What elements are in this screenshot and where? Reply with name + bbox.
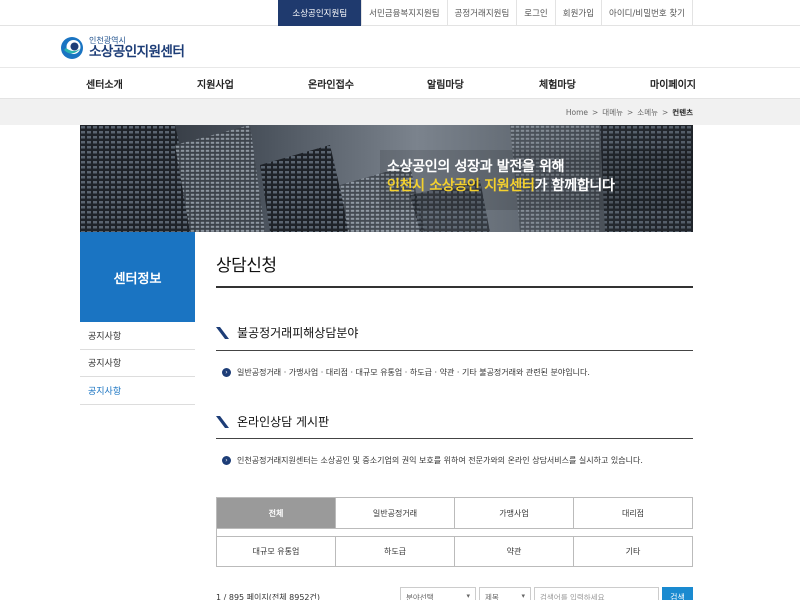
field-select-value: 분야선택 — [406, 592, 434, 600]
sidebar-menu: 공지사항 공지사항 공지사항 — [80, 322, 195, 405]
section-title-text: 불공정거래피해상담분야 — [237, 326, 359, 340]
page-count: 1 / 895 페이지(전체 8952건) — [216, 593, 320, 600]
category-subcontract[interactable]: 하도급 — [336, 536, 455, 567]
search-button[interactable]: 검색 — [662, 587, 693, 600]
section-description-text: 일반공정거래 · 가맹사업 · 대리점 · 대규모 유통업 · 하도급 · 약관… — [237, 368, 590, 377]
category-agency[interactable]: 대리점 — [574, 498, 693, 529]
page-title: 상담신청 — [216, 256, 277, 276]
breadcrumb-separator: > — [662, 107, 669, 117]
section-divider — [216, 350, 693, 351]
banner-line-1: 소상공인의 성장과 발전을 위해 — [387, 159, 565, 175]
breadcrumb-separator: > — [627, 107, 634, 117]
banner-line-2: 인천시 소상공인 지원센터가 함께합니다 — [387, 177, 615, 196]
arrow-right-circle-icon: › — [222, 368, 231, 377]
breadcrumb-bar: Home > 대메뉴 > 소메뉴 > 컨텐츠 — [0, 99, 800, 125]
sidebar-title: 센터정보 — [113, 271, 162, 287]
nav-item-center-intro[interactable]: 센터소개 — [86, 68, 123, 99]
section-divider — [216, 438, 693, 439]
section-description-text: 인천공정거래지원센터는 소상공인 및 중소기업의 권익 보호를 위하여 전문가와… — [237, 456, 643, 465]
utility-links: 소상공인지원팀 서민금융복지지원팀 공정거래지원팀 로그인 회원가입 아이디/비… — [278, 0, 693, 26]
sidebar-item-notice-1[interactable]: 공지사항 — [80, 322, 195, 350]
slash-marker-icon — [216, 415, 229, 428]
section-title-unfair-trade: 불공정거래피해상담분야 — [216, 324, 358, 341]
util-link-fair-trade-team[interactable]: 공정거래지원팀 — [446, 0, 517, 26]
sidebar-title-box: 센터정보 — [80, 232, 195, 322]
section-title-text: 온라인상담 게시판 — [237, 415, 330, 429]
nav-item-online-application[interactable]: 온라인접수 — [308, 68, 354, 99]
field-select[interactable]: 분야선택 ▾ — [400, 587, 476, 600]
site-header: 인천광역시 소상공인지원센터 — [0, 26, 800, 68]
breadcrumb-depth1[interactable]: 대메뉴 — [602, 107, 623, 118]
sub-visual-banner: 소상공인의 성장과 발전을 위해 인천시 소상공인 지원센터가 함께합니다 — [80, 125, 693, 232]
main-navigation: 센터소개 지원사업 온라인접수 알림마당 체험마당 마이페이지 — [0, 68, 800, 99]
search-type-select[interactable]: 제목 ▾ — [479, 587, 531, 600]
breadcrumb-separator: > — [592, 107, 599, 117]
breadcrumb: Home > 대메뉴 > 소메뉴 > 컨텐츠 — [566, 99, 693, 125]
util-link-small-business-team[interactable]: 소상공인지원팀 — [278, 0, 362, 26]
category-general-fair-trade[interactable]: 일반공정거래 — [336, 498, 455, 529]
chevron-down-icon: ▾ — [521, 592, 525, 600]
breadcrumb-current: 컨텐츠 — [672, 107, 693, 117]
signup-link[interactable]: 회원가입 — [554, 0, 601, 26]
section-description: › 인천공정거래지원센터는 소상공인 및 중소기업의 권익 보호를 위하여 전문… — [222, 455, 643, 466]
category-terms[interactable]: 약관 — [455, 536, 574, 567]
logo-title: 소상공인지원센터 — [89, 43, 185, 60]
search-input[interactable]: 검색어를 입력하세요 — [534, 587, 659, 600]
arrow-right-circle-icon: › — [222, 456, 231, 465]
breadcrumb-depth2[interactable]: 소메뉴 — [637, 107, 658, 118]
nav-item-experience[interactable]: 체험마당 — [539, 68, 576, 99]
banner-line-2-rest: 가 함께합니다 — [534, 177, 615, 194]
find-account-link[interactable]: 아이디/비밀번호 찾기 — [601, 0, 693, 26]
banner-slogan: 소상공인의 성장과 발전을 위해 인천시 소상공인 지원센터가 함께합니다 — [387, 158, 615, 196]
sidebar-item-notice-2[interactable]: 공지사항 — [80, 350, 195, 377]
logo-text: 인천광역시 소상공인지원센터 — [89, 36, 185, 60]
sidebar-item-notice-3[interactable]: 공지사항 — [80, 377, 195, 405]
utility-bar: 소상공인지원팀 서민금융복지지원팀 공정거래지원팀 로그인 회원가입 아이디/비… — [0, 0, 800, 26]
chevron-down-icon: ▾ — [466, 592, 470, 600]
login-link[interactable]: 로그인 — [516, 0, 554, 26]
banner-highlight: 인천시 소상공인 지원센터 — [387, 177, 535, 194]
util-link-finance-welfare-team[interactable]: 서민금융복지지원팀 — [361, 0, 446, 26]
category-other[interactable]: 기타 — [574, 536, 693, 567]
nav-item-notices[interactable]: 알림마당 — [427, 68, 464, 99]
site-logo[interactable]: 인천광역시 소상공인지원센터 — [60, 36, 185, 60]
search-type-value: 제목 — [485, 592, 499, 600]
category-all[interactable]: 전체 — [217, 498, 336, 529]
category-large-retail[interactable]: 대규모 유통업 — [217, 536, 336, 567]
slash-marker-icon — [216, 326, 229, 339]
title-divider — [216, 286, 693, 288]
category-filter: 전체 일반공정거래 가맹사업 대리점 대규모 유통업 하도급 약관 기타 — [216, 497, 693, 567]
section-description: › 일반공정거래 · 가맹사업 · 대리점 · 대규모 유통업 · 하도급 · … — [222, 367, 590, 378]
nav-item-support-projects[interactable]: 지원사업 — [197, 68, 234, 99]
category-franchise[interactable]: 가맹사업 — [455, 498, 574, 529]
nav-item-my-page[interactable]: 마이페이지 — [650, 68, 696, 99]
section-title-online-board: 온라인상담 게시판 — [216, 413, 329, 430]
logo-emblem-icon — [60, 36, 84, 60]
breadcrumb-home[interactable]: Home — [566, 108, 588, 117]
